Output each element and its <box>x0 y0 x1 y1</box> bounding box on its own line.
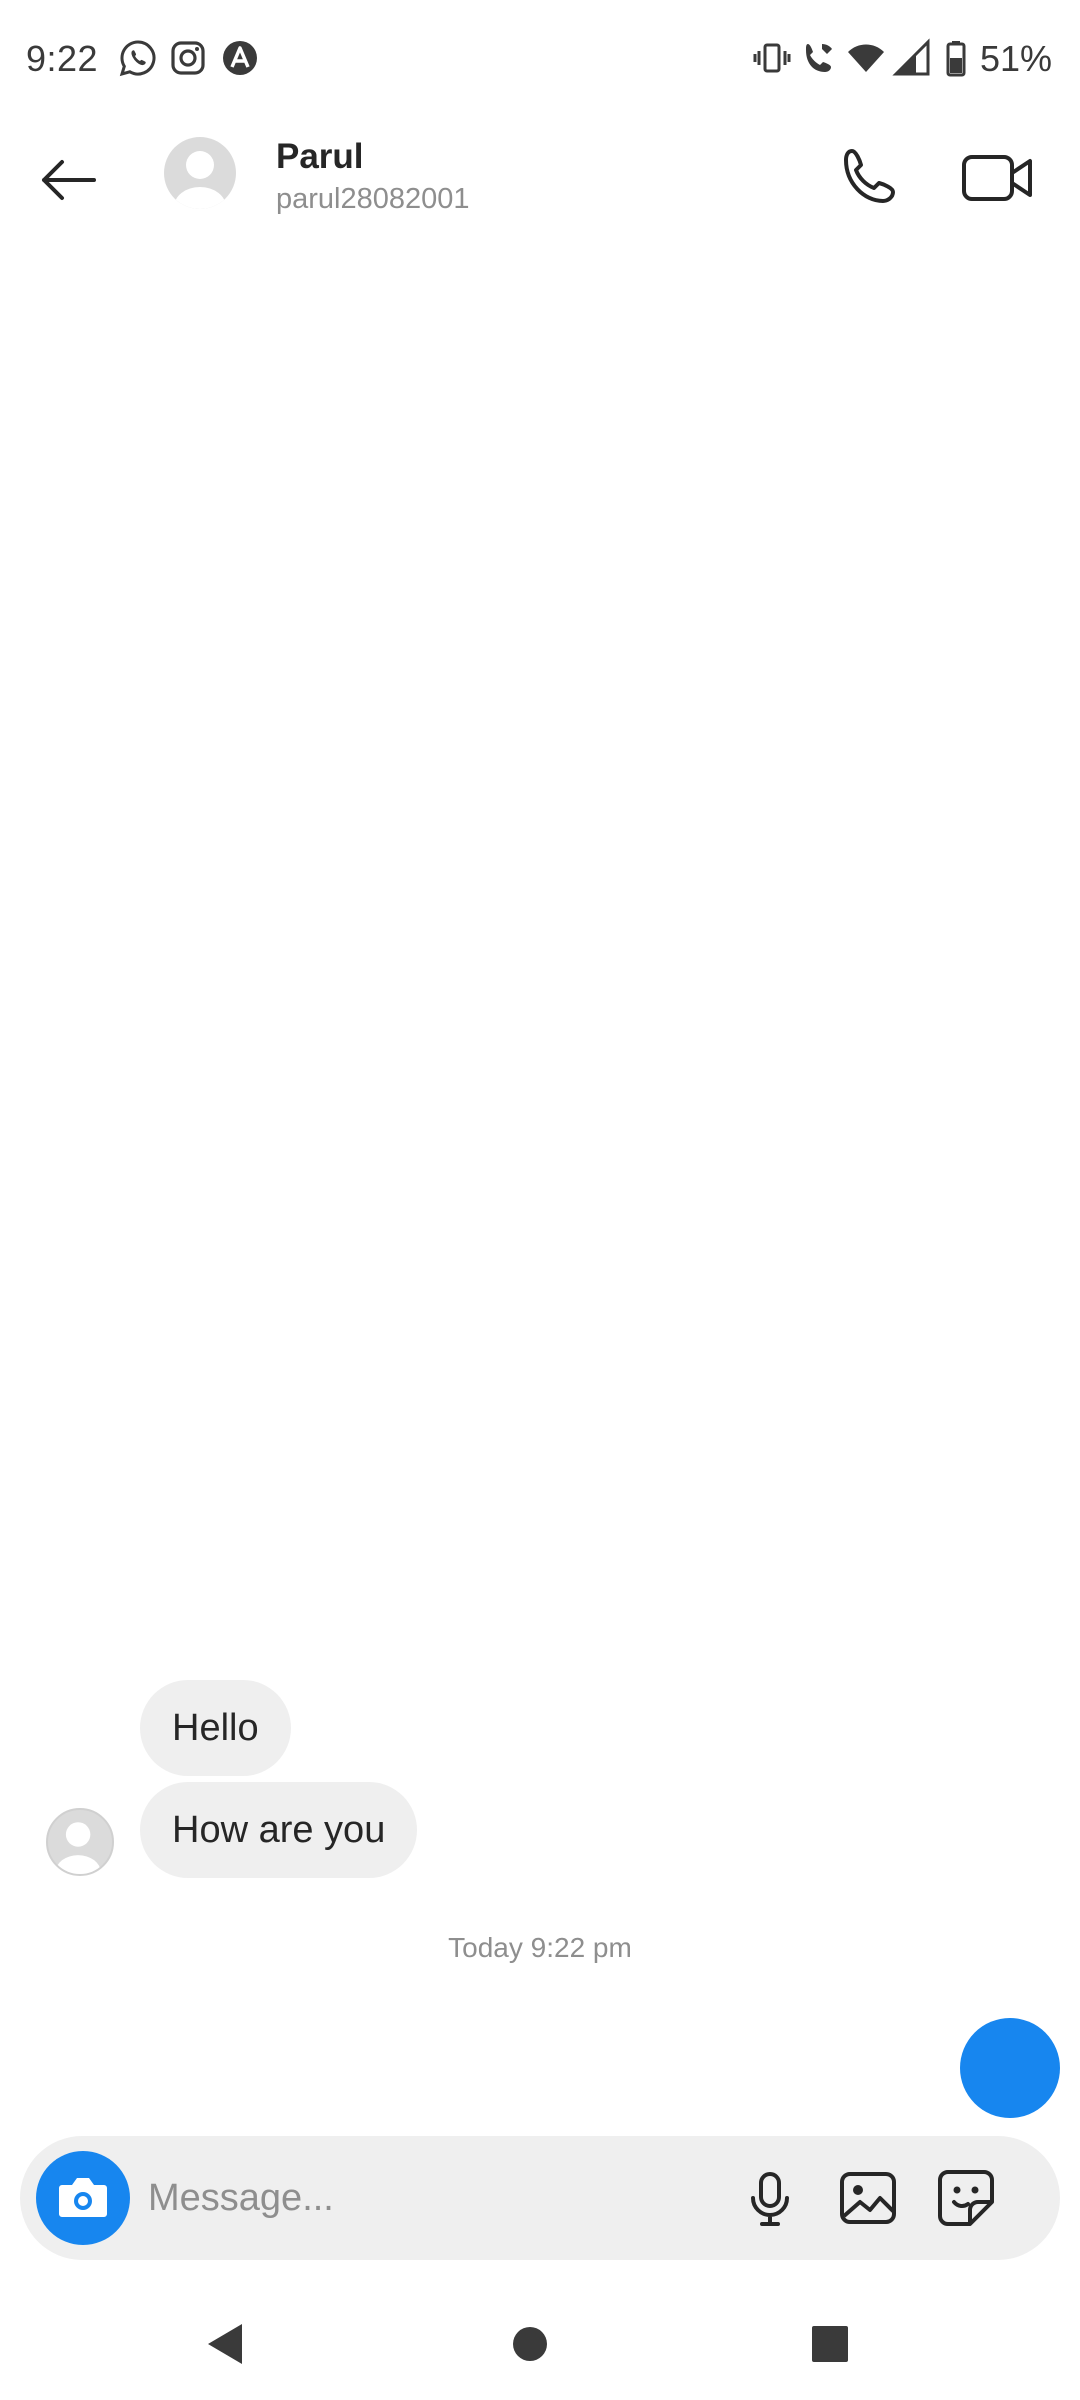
battery-icon <box>946 41 966 77</box>
nav-recents-icon[interactable] <box>798 2312 862 2376</box>
contact-avatar[interactable] <box>164 137 236 209</box>
message-input[interactable] <box>148 2158 748 2238</box>
nav-home-icon[interactable] <box>498 2312 562 2376</box>
sender-avatar[interactable] <box>46 1808 114 1876</box>
default-avatar-icon <box>55 1822 101 1874</box>
contact-username[interactable]: parul28082001 <box>276 183 470 216</box>
wifi-icon <box>848 44 884 72</box>
whatsapp-icon <box>119 40 156 77</box>
battery-percentage: 51% <box>979 38 1052 79</box>
assistant-icon <box>223 41 257 75</box>
video-camera-icon[interactable] <box>960 145 1036 211</box>
status-time: 9:22 <box>26 38 99 79</box>
microphone-icon[interactable] <box>738 2166 802 2230</box>
status-bar: 9:22 51% <box>0 0 1080 125</box>
chat-header: Parul parul28082001 <box>0 125 1080 235</box>
message-composer <box>20 2136 1060 2260</box>
instagram-icon <box>171 41 205 75</box>
message-bubble[interactable]: Hello <box>140 1680 291 1776</box>
phone-icon[interactable] <box>838 145 904 211</box>
back-arrow-icon[interactable] <box>36 147 102 213</box>
default-avatar-icon <box>174 151 226 209</box>
message-bubble[interactable]: How are you <box>140 1782 418 1878</box>
gallery-icon[interactable] <box>836 2166 900 2230</box>
nav-back-icon[interactable] <box>192 2312 256 2376</box>
wifi-call-icon <box>806 44 832 72</box>
contact-name[interactable]: Parul <box>276 137 364 177</box>
floating-action-button[interactable] <box>960 2018 1060 2118</box>
vibrate-icon <box>753 43 791 73</box>
camera-button[interactable] <box>36 2151 130 2245</box>
camera-icon <box>59 2178 107 2217</box>
system-navigation-bar <box>0 2290 1080 2400</box>
message-timestamp: Today 9:22 pm <box>448 1932 632 1963</box>
signal-icon <box>892 38 930 76</box>
sticker-icon[interactable] <box>934 2166 998 2230</box>
